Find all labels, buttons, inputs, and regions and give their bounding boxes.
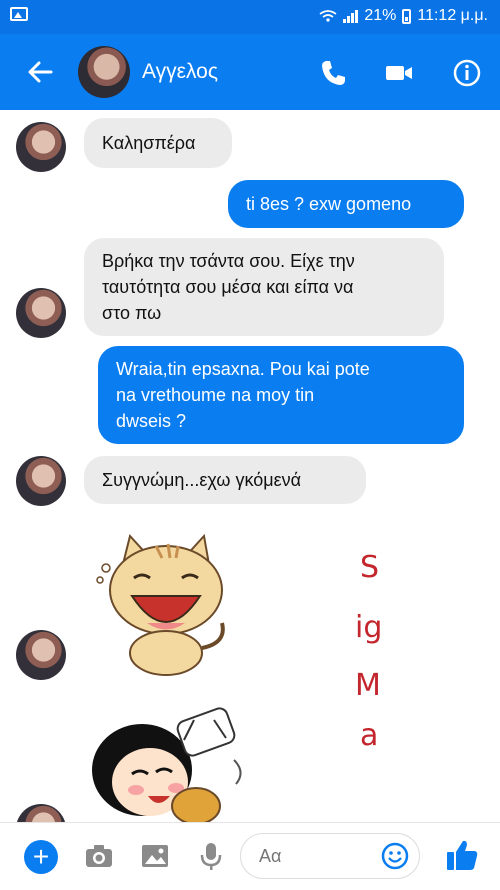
video-icon[interactable] xyxy=(384,58,414,88)
contact-avatar[interactable] xyxy=(78,46,130,98)
status-right: 21% 11:12 μ.μ. xyxy=(319,7,488,25)
sender-avatar xyxy=(16,630,66,680)
camera-icon[interactable] xyxy=(84,841,114,871)
message-incoming[interactable]: Βρήκα την τσάντα σου. Είχε την ταυτότητα… xyxy=(84,238,444,336)
message-line: Βρήκα την τσάντα σου. Είχε την xyxy=(102,251,355,271)
message-incoming[interactable]: Συγγνώμη...εχω γκόμενά xyxy=(84,456,366,504)
message-incoming[interactable]: Καλησπέρα xyxy=(84,118,232,168)
overlay-text: M xyxy=(355,668,381,703)
signal-icon xyxy=(343,9,359,23)
overlay-text: a xyxy=(360,718,379,753)
laughing-cat-sticker[interactable] xyxy=(92,528,242,678)
info-icon[interactable] xyxy=(452,58,482,88)
emoji-icon[interactable] xyxy=(381,842,409,870)
battery-icon xyxy=(402,8,412,24)
message-outgoing[interactable]: Wraia,tin epsaxna. Pou kai pote na vreth… xyxy=(98,346,464,444)
message-input-wrapper xyxy=(240,833,420,879)
message-text: Καλησπέρα xyxy=(102,133,196,153)
conversation-header: Αγγελος xyxy=(0,34,500,110)
overlay-text: S xyxy=(360,550,380,585)
sender-avatar xyxy=(16,456,66,506)
gallery-notification-icon xyxy=(10,7,28,21)
message-line: na vrethoume na moy tin xyxy=(116,385,315,405)
contact-name[interactable]: Αγγελος xyxy=(142,60,218,84)
mic-icon[interactable] xyxy=(196,841,226,871)
message-line: dwseis ? xyxy=(116,411,187,431)
message-list[interactable]: Καλησπέρα ti 8es ? exw gomeno Βρήκα την … xyxy=(0,110,500,822)
image-icon[interactable] xyxy=(140,841,170,871)
message-line: ταυτότητα σου μέσα και είπα να xyxy=(102,277,354,297)
message-input[interactable] xyxy=(257,845,371,868)
message-line: στο πω xyxy=(102,303,162,323)
sender-avatar xyxy=(16,122,66,172)
battery-percent: 21% xyxy=(364,7,397,24)
message-text: ti 8es ? exw gomeno xyxy=(246,194,412,214)
message-outgoing[interactable]: ti 8es ? exw gomeno xyxy=(228,180,464,228)
sender-avatar xyxy=(16,288,66,338)
overlay-text: ig xyxy=(355,610,383,645)
message-text: Συγγνώμη...εχω γκόμενά xyxy=(102,470,302,490)
sender-avatar xyxy=(16,804,66,822)
plus-icon[interactable]: + xyxy=(24,840,58,874)
like-icon[interactable] xyxy=(445,838,479,872)
phone-icon[interactable] xyxy=(318,58,348,88)
kid-sticker[interactable] xyxy=(84,700,264,822)
back-arrow-icon[interactable] xyxy=(26,58,54,86)
clock: 11:12 μ.μ. xyxy=(417,7,488,24)
status-bar: 21% 11:12 μ.μ. xyxy=(0,0,500,34)
message-line: Wraia,tin epsaxna. Pou kai pote xyxy=(116,359,370,379)
composer-bar: + xyxy=(0,822,500,890)
wifi-icon xyxy=(319,10,337,22)
